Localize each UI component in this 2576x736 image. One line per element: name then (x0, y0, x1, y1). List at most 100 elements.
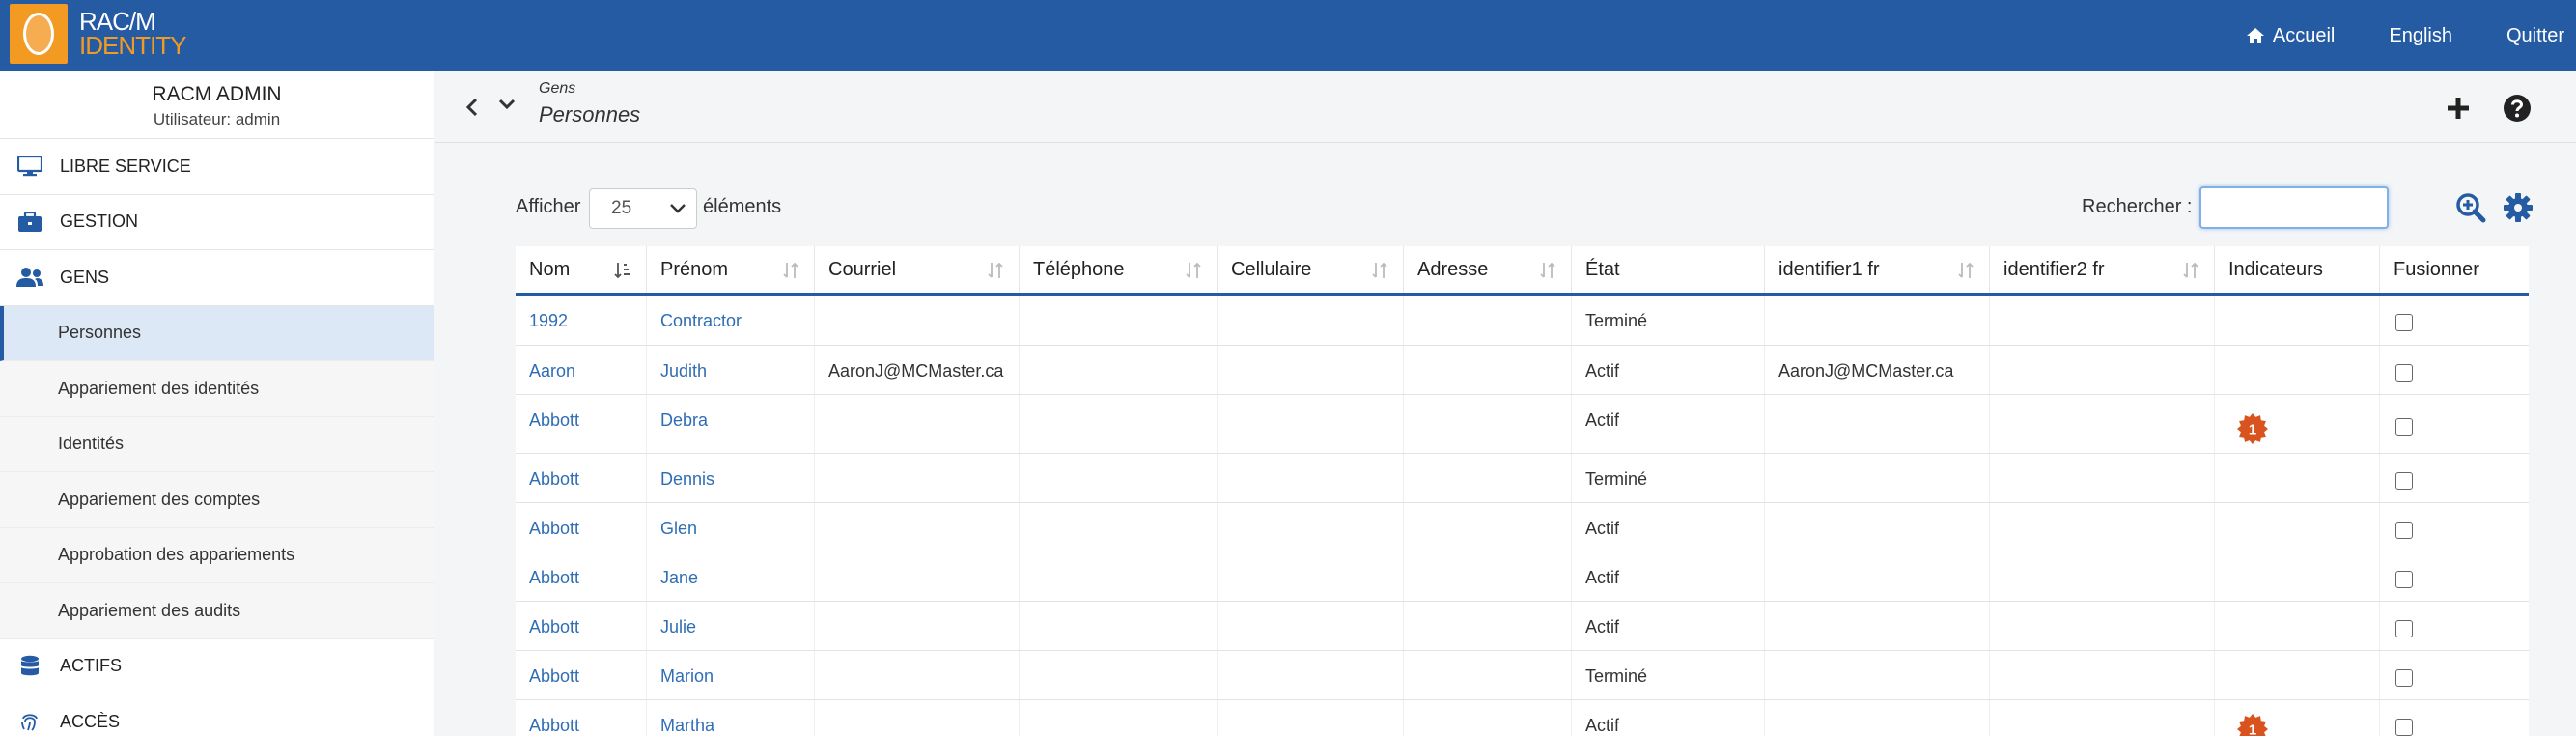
sort-icon (783, 262, 798, 278)
sidebar-subitem-appariement-identites[interactable]: Appariement des identités (0, 361, 434, 417)
cell-prenom[interactable]: Marion (647, 651, 815, 699)
col-header-prenom[interactable]: Prénom (647, 246, 815, 293)
language-link[interactable]: English (2389, 25, 2452, 47)
cell-identifier2 (1990, 454, 2215, 502)
cell-prenom[interactable]: Contractor (647, 296, 815, 345)
logout-link[interactable]: Quitter (2506, 25, 2564, 47)
cell-cellulaire (1218, 346, 1404, 394)
table-row: Abbott Dennis Terminé (516, 454, 2529, 503)
cell-etat: Actif (1572, 552, 1765, 601)
add-icon[interactable] (2445, 95, 2472, 122)
cell-cellulaire (1218, 651, 1404, 699)
sidebar-item-libre-service[interactable]: LIBRE SERVICE (0, 139, 434, 195)
cell-cellulaire (1218, 552, 1404, 601)
merge-checkbox[interactable] (2395, 522, 2413, 539)
cell-adresse (1404, 552, 1572, 601)
cell-prenom[interactable]: Judith (647, 346, 815, 394)
cell-identifier1 (1765, 700, 1990, 736)
app-logo[interactable]: RAC/M IDENTITY (10, 4, 186, 64)
chevron-down-icon (670, 204, 686, 213)
cell-identifier1 (1765, 552, 1990, 601)
fingerprint-icon (21, 714, 38, 731)
merge-checkbox[interactable] (2395, 418, 2413, 436)
search-input[interactable] (2199, 186, 2389, 229)
col-header-nom[interactable]: Nom (516, 246, 647, 293)
cell-adresse (1404, 503, 1572, 552)
col-header-adresse[interactable]: Adresse (1404, 246, 1572, 293)
merge-checkbox[interactable] (2395, 571, 2413, 588)
col-header-etat[interactable]: État (1572, 246, 1765, 293)
sort-icon (2183, 262, 2198, 278)
chevron-left-icon[interactable] (464, 97, 480, 118)
cell-nom[interactable]: Abbott (516, 454, 647, 502)
sidebar-item-label: ACTIFS (60, 656, 123, 676)
cell-fusionner (2380, 503, 2529, 552)
cell-cellulaire (1218, 602, 1404, 650)
cell-identifier2 (1990, 395, 2215, 453)
logo-line2: IDENTITY (79, 31, 186, 60)
warning-badge-icon[interactable]: 1 (2236, 412, 2269, 445)
cell-prenom[interactable]: Debra (647, 395, 815, 453)
page-size-select[interactable]: 25 (589, 188, 697, 229)
cell-courriel (815, 602, 1020, 650)
badge-count: 1 (2249, 722, 2256, 736)
cell-nom[interactable]: Abbott (516, 602, 647, 650)
cell-prenom[interactable]: Dennis (647, 454, 815, 502)
col-header-cellulaire[interactable]: Cellulaire (1218, 246, 1404, 293)
merge-checkbox[interactable] (2395, 669, 2413, 687)
cell-nom[interactable]: Abbott (516, 700, 647, 736)
home-link[interactable]: Accueil (2246, 25, 2335, 47)
col-header-identifier2[interactable]: identifier2 fr (1990, 246, 2215, 293)
cell-courriel (815, 454, 1020, 502)
search-plus-icon[interactable] (2455, 192, 2486, 223)
cell-indicateurs (2215, 602, 2380, 650)
cell-prenom[interactable]: Jane (647, 552, 815, 601)
sidebar-subitem-approbation-appariements[interactable]: Approbation des appariements (0, 527, 434, 583)
col-header-courriel[interactable]: Courriel (815, 246, 1020, 293)
cell-nom[interactable]: Abbott (516, 651, 647, 699)
cell-adresse (1404, 651, 1572, 699)
top-nav: Accueil English Quitter (2246, 0, 2576, 71)
sidebar-subitem-appariement-audits[interactable]: Appariement des audits (0, 583, 434, 639)
sidebar-item-actifs[interactable]: ACTIFS (0, 639, 434, 694)
cell-prenom[interactable]: Martha (647, 700, 815, 736)
database-icon (21, 655, 39, 675)
sidebar-item-gestion[interactable]: GESTION (0, 195, 434, 250)
table-row: 1992 Contractor Terminé (516, 296, 2529, 346)
cell-nom[interactable]: Abbott (516, 552, 647, 601)
cell-indicateurs (2215, 296, 2380, 345)
cell-telephone (1020, 700, 1218, 736)
chevron-down-icon[interactable] (497, 97, 517, 112)
cell-etat: Actif (1572, 602, 1765, 650)
cell-prenom[interactable]: Julie (647, 602, 815, 650)
cell-fusionner (2380, 700, 2529, 736)
merge-checkbox[interactable] (2395, 364, 2413, 382)
cell-fusionner (2380, 395, 2529, 453)
sidebar-item-label: ACCÈS (60, 711, 121, 731)
merge-checkbox[interactable] (2395, 620, 2413, 637)
sidebar-subitem-personnes[interactable]: Personnes (0, 305, 434, 361)
cell-prenom[interactable]: Glen (647, 503, 815, 552)
merge-checkbox[interactable] (2395, 314, 2413, 331)
cell-nom[interactable]: Aaron (516, 346, 647, 394)
warning-badge-icon[interactable]: 1 (2236, 713, 2269, 736)
cell-nom[interactable]: Abbott (516, 503, 647, 552)
col-header-identifier1[interactable]: identifier1 fr (1765, 246, 1990, 293)
admin-title: RACM ADMIN (152, 83, 282, 105)
cell-adresse (1404, 454, 1572, 502)
merge-checkbox[interactable] (2395, 472, 2413, 490)
cell-etat: Actif (1572, 395, 1765, 453)
sidebar-subitem-appariement-comptes[interactable]: Appariement des comptes (0, 472, 434, 528)
gear-icon[interactable] (2503, 192, 2534, 223)
col-header-telephone[interactable]: Téléphone (1020, 246, 1218, 293)
cell-nom[interactable]: 1992 (516, 296, 647, 345)
sidebar-item-gens[interactable]: GENS (0, 250, 434, 306)
cell-indicateurs (2215, 346, 2380, 394)
table-body: 1992 Contractor Terminé Aaron Judith AaronJ@M… (516, 296, 2529, 736)
merge-checkbox[interactable] (2395, 719, 2413, 736)
cell-telephone (1020, 552, 1218, 601)
sidebar-item-acces[interactable]: ACCÈS (0, 694, 434, 736)
help-icon[interactable] (2503, 94, 2532, 123)
cell-nom[interactable]: Abbott (516, 395, 647, 453)
sidebar-subitem-identites[interactable]: Identités (0, 416, 434, 472)
